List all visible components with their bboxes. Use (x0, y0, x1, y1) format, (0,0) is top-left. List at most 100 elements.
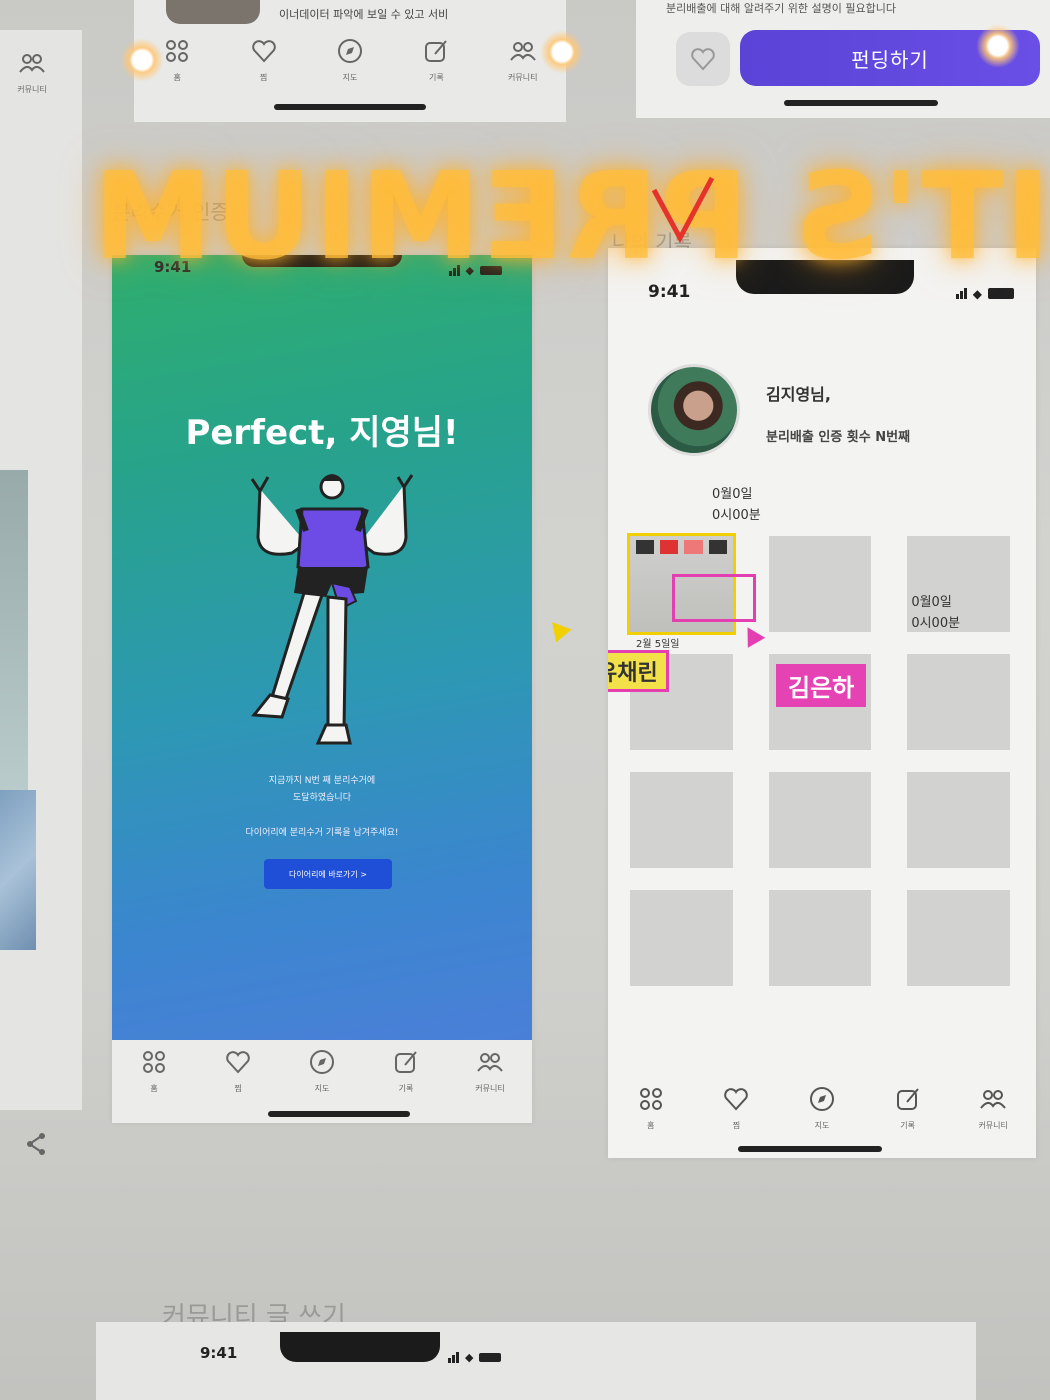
photo-thumbnail (0, 470, 28, 800)
neon-sign-reflection: IT'S PREMIUM (91, 148, 1050, 287)
tab-map[interactable]: 지도 (320, 36, 380, 83)
tab-label: 홈 (173, 73, 181, 82)
success-title: Perfect, 지영님! (185, 413, 459, 453)
tab-community[interactable]: 커뮤니티 (460, 1047, 520, 1094)
success-screen-phone: 9:41 ◆ Perfect, 지영님! 지금까지 N번 째 분리수거에 도달하… (112, 255, 532, 1123)
selection-box (672, 574, 756, 622)
tab-label: 지도 (342, 73, 358, 82)
home-indicator (738, 1146, 882, 1152)
tab-bar: 홈 찜 지도 기록 커뮤니티 (112, 1047, 532, 1094)
tab-wishlist[interactable]: 찜 (234, 36, 294, 83)
community-icon (509, 42, 536, 61)
tab-wishlist[interactable]: 찜 (208, 1047, 268, 1094)
heart-icon (251, 40, 276, 63)
status-time: 9:41 (200, 1344, 238, 1362)
certification-count: 분리배출 인증 횟수 N번째 (766, 430, 911, 445)
tab-home[interactable]: 홈 (621, 1084, 681, 1131)
tab-label: 홈 (150, 1084, 158, 1093)
tab-record[interactable]: 기록 (878, 1084, 938, 1131)
check-mark-reflection (651, 176, 715, 244)
top-left-phone-frame: 이너데이터 파악에 보일 수 있고 서비 홈 찜 지도 기록 커뮤니티 (134, 0, 566, 122)
tab-label: 찜 (234, 1084, 242, 1093)
wishlist-button[interactable] (676, 32, 730, 86)
tab-label: 기록 (398, 1084, 414, 1093)
message-line: 지금까지 N번 째 분리수거에 (268, 776, 376, 786)
record-date: 0월0일 (712, 487, 753, 502)
heart-icon (724, 1088, 749, 1111)
record-thumbnail[interactable] (768, 772, 872, 868)
compass-icon (337, 39, 362, 63)
avatar[interactable] (648, 364, 740, 456)
tab-label: 커뮤니티 (17, 85, 47, 94)
home-grid-icon (166, 40, 189, 62)
record-datetime: 0월0일 0시00분 (911, 592, 960, 634)
frame-caption: 분리배출에 대해 알려주기 위한 설명이 필요합니다 (666, 2, 897, 15)
phone-notch (166, 0, 260, 24)
tab-wishlist[interactable]: 찜 (706, 1084, 766, 1131)
compass-icon (809, 1087, 834, 1111)
diary-prompt: 다이어리에 분리수거 기록을 남겨주세요! (245, 828, 399, 838)
hero-background: 9:41 ◆ Perfect, 지영님! 지금까지 N번 째 분리수거에 도달하… (112, 255, 532, 1040)
record-thumbnail[interactable] (630, 890, 733, 986)
edit-icon (395, 1051, 417, 1073)
record-time: 0시00분 (911, 616, 961, 631)
go-to-diary-button[interactable]: 다이어리에 바로가기 > (264, 859, 392, 889)
tab-map[interactable]: 지도 (292, 1047, 352, 1094)
achievement-message: 지금까지 N번 째 분리수거에 도달하였습니다 (172, 773, 472, 807)
home-indicator (274, 104, 426, 110)
edit-icon (896, 1088, 919, 1110)
collaborator-cursor-tag: 유채린 (608, 650, 669, 692)
tab-label: 커뮤니티 (978, 1121, 1008, 1130)
phone-notch (280, 1332, 440, 1362)
home-grid-icon (143, 1051, 165, 1073)
celebrating-person-illustration (250, 474, 414, 745)
record-thumbnail[interactable] (768, 536, 872, 632)
record-thumbnail[interactable] (907, 772, 1010, 868)
light-glare (120, 38, 164, 82)
tab-label: 커뮤니티 (508, 73, 538, 82)
tab-label: 커뮤니티 (475, 1084, 505, 1093)
wifi-icon: ◆ (972, 286, 982, 301)
my-record-phone: 9:41 ◆ 김지영님, 분리배출 인증 횟수 N번째 0월0일 0시00분 2… (608, 248, 1036, 1158)
tab-map[interactable]: 지도 (792, 1084, 852, 1131)
community-icon (980, 1090, 1006, 1109)
tab-record[interactable]: 기록 (376, 1047, 436, 1094)
tab-label: 찜 (259, 73, 268, 82)
frame-caption: 이너데이터 파악에 보일 수 있고 서비 (279, 8, 449, 21)
message-line: 도달하였습니다 (293, 793, 351, 803)
light-glare (540, 30, 584, 74)
light-glare (976, 24, 1020, 68)
photo-thumbnail (0, 790, 36, 950)
battery-icon (479, 1353, 502, 1362)
tab-home[interactable]: 홈 (124, 1047, 184, 1094)
tab-community[interactable]: 커뮤니티 (2, 48, 62, 95)
tab-bar: 홈 찜 지도 기록 커뮤니티 (608, 1084, 1036, 1131)
cursor-icon (544, 615, 572, 643)
tab-record[interactable]: 기록 (406, 36, 466, 83)
record-date: 0월0일 (911, 595, 952, 610)
thumbnail-caption: 2월 5일일 (636, 639, 680, 650)
record-thumbnail[interactable] (907, 654, 1010, 750)
latest-record-datetime: 0월0일 0시00분 (712, 484, 761, 526)
tab-label: 찜 (732, 1121, 741, 1130)
wifi-icon: ◆ (465, 1351, 474, 1364)
bottom-phone-frame: 9:41 ◆ (96, 1322, 976, 1400)
share-icon[interactable] (22, 1130, 50, 1158)
tab-label: 기록 (900, 1121, 915, 1130)
photo-content (636, 540, 727, 554)
status-icons: ◆ (448, 1348, 502, 1367)
community-icon (477, 1053, 503, 1072)
compass-icon (310, 1050, 334, 1074)
record-thumbnail[interactable] (768, 890, 872, 986)
record-time: 0시00분 (712, 508, 761, 523)
record-thumbnail[interactable]: 0월0일 0시00분 (907, 536, 1010, 632)
community-icon (19, 54, 45, 73)
battery-icon (988, 288, 1014, 299)
record-thumbnail[interactable] (630, 772, 733, 868)
signal-icon (448, 1348, 459, 1367)
tab-bar: 홈 찜 지도 기록 커뮤니티 (134, 36, 566, 83)
tab-label: 홈 (647, 1121, 655, 1130)
record-thumbnail[interactable] (907, 890, 1010, 986)
tab-community[interactable]: 커뮤니티 (963, 1084, 1023, 1131)
edit-icon (425, 40, 448, 62)
